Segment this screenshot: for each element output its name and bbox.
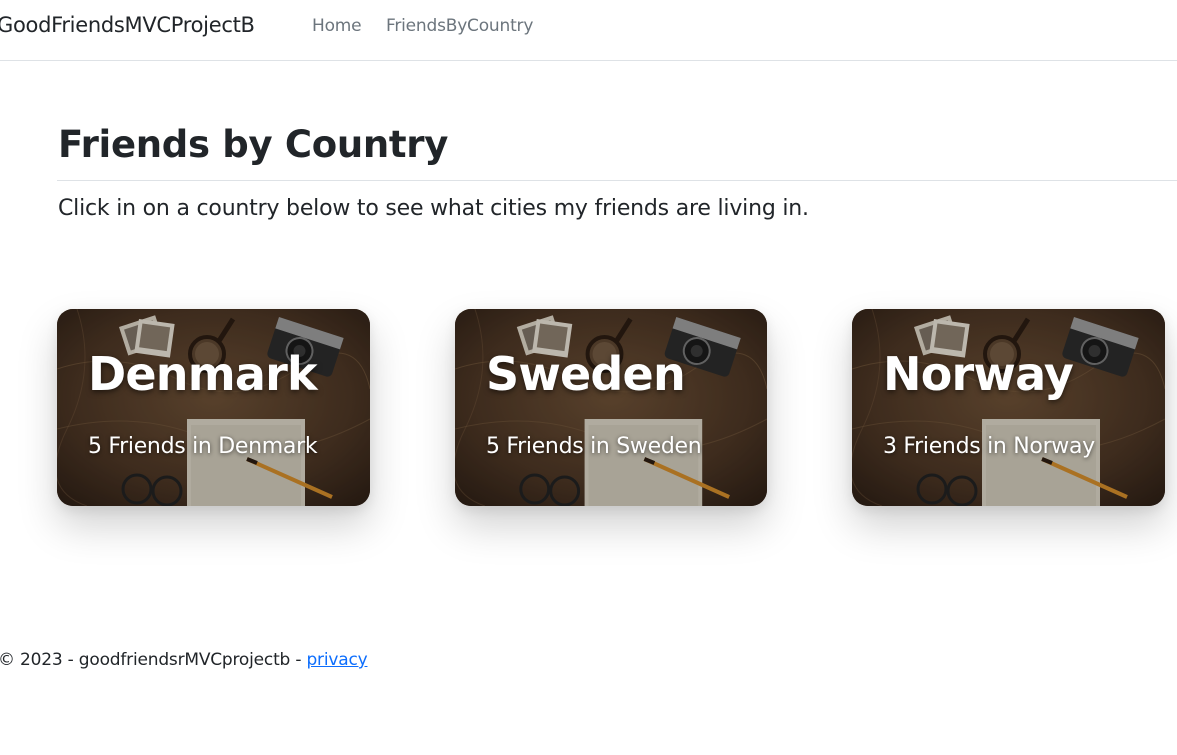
navbar: GoodFriendsMVCProjectB Home FriendsByCou… (0, 0, 1177, 61)
card-friends-count: 5 Friends in Sweden (486, 434, 702, 459)
card-background-image (57, 309, 370, 506)
page-title: Friends by Country (58, 123, 449, 166)
nav-link-friends-by-country[interactable]: FriendsByCountry (386, 16, 533, 36)
country-card-norway[interactable]: Norway 3 Friends in Norway (852, 309, 1165, 506)
footer: © 2023 - goodfriendsrMVCprojectb - priva… (0, 650, 368, 670)
navbar-brand[interactable]: GoodFriendsMVCProjectB (0, 13, 255, 37)
country-card-sweden[interactable]: Sweden 5 Friends in Sweden (455, 309, 767, 506)
lead-text: Click in on a country below to see what … (58, 196, 809, 221)
nav-link-home[interactable]: Home (312, 16, 362, 36)
card-country-title: Sweden (486, 347, 686, 401)
footer-copyright: © 2023 - goodfriendsrMVCprojectb - (0, 650, 307, 670)
card-country-title: Denmark (88, 347, 318, 401)
card-background-image (455, 309, 767, 506)
country-card-denmark[interactable]: Denmark 5 Friends in Denmark (57, 309, 370, 506)
card-friends-count: 5 Friends in Denmark (88, 434, 318, 459)
title-divider (57, 180, 1177, 181)
card-country-title: Norway (883, 347, 1074, 401)
card-friends-count: 3 Friends in Norway (883, 434, 1095, 459)
card-background-image (852, 309, 1165, 506)
privacy-link[interactable]: privacy (306, 650, 367, 670)
